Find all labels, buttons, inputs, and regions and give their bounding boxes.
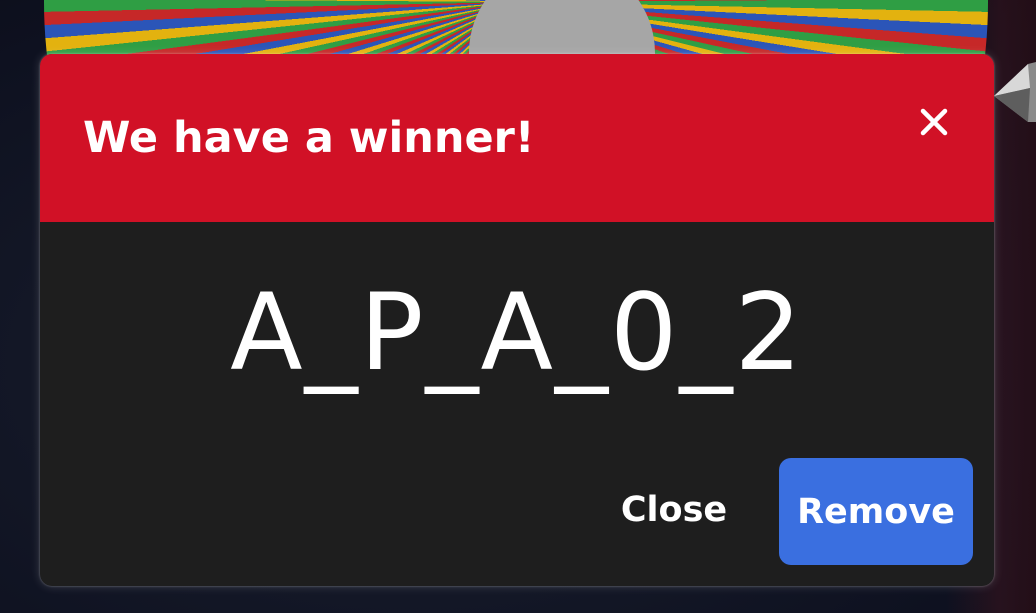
remove-button[interactable]: Remove xyxy=(779,458,973,565)
winner-name: A_P_A_0_2 xyxy=(230,271,804,394)
winner-dialog: We have a winner! A_P_A_0_2 Close Remove xyxy=(40,54,994,586)
close-dialog-button[interactable] xyxy=(910,98,958,146)
close-icon xyxy=(920,108,948,136)
dialog-title: We have a winner! xyxy=(83,113,535,163)
wheel-pointer-icon xyxy=(994,62,1036,122)
wheel-hub[interactable] xyxy=(469,0,655,60)
spin-wheel[interactable] xyxy=(44,0,988,60)
dialog-header: We have a winner! xyxy=(40,54,994,222)
close-button[interactable]: Close xyxy=(600,460,748,560)
